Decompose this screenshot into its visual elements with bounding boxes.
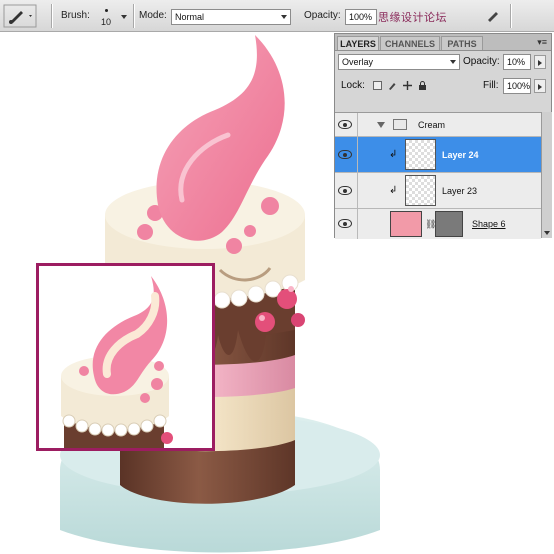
visibility-toggle[interactable] (335, 137, 358, 172)
vector-mask-thumbnail (435, 211, 463, 237)
eye-icon (338, 150, 352, 159)
layer-opacity-field[interactable]: 10% (503, 54, 531, 70)
lock-transparent-icon[interactable] (373, 81, 382, 90)
scroll-down-arrow-icon[interactable] (544, 231, 550, 235)
layer-thumbnail (405, 139, 436, 170)
fill-field[interactable]: 100% (503, 78, 531, 94)
options-bar: Brush: 10 Mode: Normal Opacity: 100% 思缘设… (0, 0, 554, 32)
airbrush-icon[interactable] (485, 7, 501, 23)
brush-picker[interactable]: 10 (96, 3, 132, 29)
layer-row-cream[interactable]: Cream (335, 113, 541, 137)
layers-scrollbar[interactable] (541, 112, 552, 238)
layer-row-layer-24[interactable]: ↲ Layer 24 (335, 137, 541, 173)
disclosure-triangle-icon[interactable] (377, 122, 385, 128)
clipping-arrow-icon: ↲ (389, 185, 398, 196)
layer-opacity-value: 10% (507, 57, 526, 67)
toolbar-separator (133, 4, 134, 28)
brush-size-value: 10 (101, 17, 112, 27)
layer-row-shape-6[interactable]: ⛓ Shape 6 (335, 209, 541, 239)
opacity-label: Opacity: (304, 10, 341, 21)
layer-thumbnail (405, 175, 436, 206)
tab-layers[interactable]: LAYERS (337, 36, 379, 50)
fill-value: 100% (507, 81, 531, 91)
fill-label: Fill: (483, 80, 499, 91)
brush-dropdown-arrow-icon (121, 15, 127, 19)
panel-menu-icon[interactable]: ▾≡ (537, 37, 547, 48)
folder-icon (393, 119, 407, 130)
layer-name: Layer 24 (442, 150, 479, 160)
toolbar-separator (510, 4, 511, 28)
toolbar-separator (51, 4, 52, 28)
visibility-toggle[interactable] (335, 209, 358, 239)
opacity-value: 100% (349, 12, 373, 22)
lock-all-icon[interactable] (418, 81, 427, 90)
layer-row-layer-23[interactable]: ↲ Layer 23 (335, 173, 541, 209)
brush-label: Brush: (61, 10, 90, 21)
shape-color-thumbnail (390, 211, 422, 237)
panel-tabs: LAYERS CHANNELS PATHS ▾≡ (335, 34, 551, 51)
blend-mode-dropdown-arrow-icon (450, 60, 456, 64)
brush-dot-icon (105, 9, 108, 12)
layer-name: Layer 23 (442, 186, 478, 196)
visibility-toggle[interactable] (335, 113, 358, 136)
brush-tool-icon[interactable] (3, 4, 37, 28)
zoom-inset (36, 263, 215, 451)
lock-label: Lock: (341, 80, 365, 91)
blend-mode-value: Overlay (342, 57, 374, 67)
mode-select[interactable]: Normal (171, 9, 291, 25)
mode-dropdown-arrow-icon (281, 15, 287, 19)
lock-position-icon[interactable] (403, 81, 412, 90)
watermark-text: 思缘设计论坛 (378, 12, 447, 24)
layers-panel: LAYERS CHANNELS PATHS ▾≡ Overlay Opacity… (334, 33, 552, 239)
mode-value: Normal (175, 12, 205, 22)
layers-list: Cream ↲ Layer 24 ↲ Layer 23 ⛓ Shape 6 (335, 112, 541, 239)
eye-icon (338, 219, 352, 228)
tab-channels[interactable]: CHANNELS (380, 36, 440, 50)
eye-icon (338, 186, 352, 195)
fill-slider-button[interactable] (534, 79, 546, 93)
inset-artwork (39, 266, 212, 448)
blend-mode-select[interactable]: Overlay (338, 54, 460, 70)
layer-opacity-slider-button[interactable] (534, 55, 546, 69)
opacity-field[interactable]: 100% (345, 9, 377, 25)
layer-name: Shape 6 (472, 219, 506, 229)
tab-paths[interactable]: PATHS (441, 36, 483, 50)
lock-image-icon[interactable] (388, 81, 397, 90)
visibility-toggle[interactable] (335, 173, 358, 208)
clipping-arrow-icon: ↲ (389, 149, 398, 160)
layer-opacity-label: Opacity: (463, 56, 500, 67)
eye-icon (338, 120, 352, 129)
layer-name: Cream (418, 120, 446, 130)
mode-label: Mode: (139, 10, 167, 21)
